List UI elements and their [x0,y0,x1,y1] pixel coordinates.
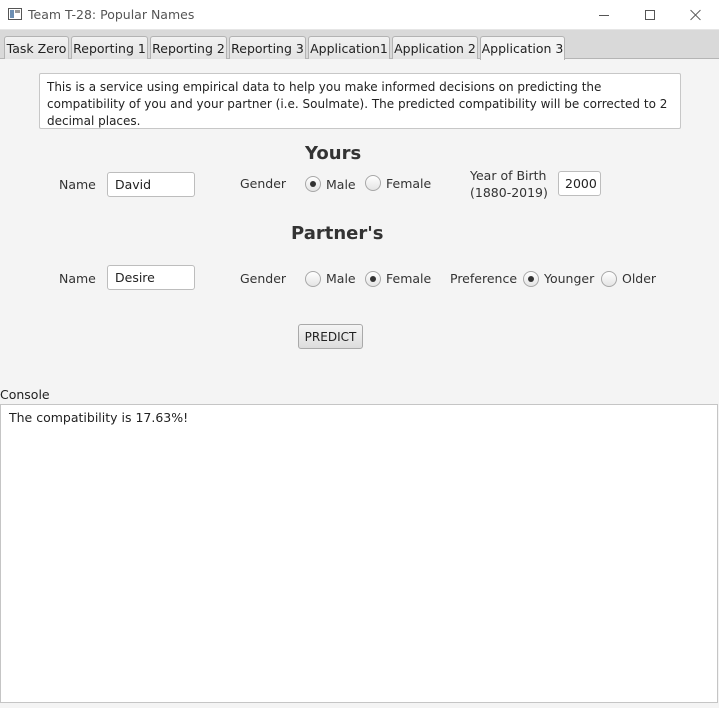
partner-gender-label: Gender [240,271,287,286]
partner-male-label[interactable]: Male [326,271,356,286]
predict-button[interactable]: PREDICT [298,324,363,349]
tab-application1[interactable]: Application1 [308,36,390,59]
preference-younger-label[interactable]: Younger [544,271,594,286]
partner-name-input[interactable]: Desire [107,265,195,290]
yob-range-label: (1880-2019) [470,185,548,200]
preference-older-radio[interactable] [601,271,617,287]
yours-gender-label: Gender [240,176,287,191]
window-title: Team T-28: Popular Names [28,7,195,22]
yours-heading: Yours [305,143,362,164]
tab-reporting-2[interactable]: Reporting 2 [150,36,227,59]
yours-male-label[interactable]: Male [326,177,356,192]
partner-male-radio[interactable] [305,271,321,287]
minimize-icon [599,14,609,16]
tab-task-zero[interactable]: Task Zero [4,36,69,59]
preference-older-label[interactable]: Older [622,271,656,286]
close-button[interactable] [673,0,719,30]
maximize-icon [645,10,655,20]
tab-reporting-1[interactable]: Reporting 1 [71,36,148,59]
tab-strip: Task Zero Reporting 1 Reporting 2 Report… [0,30,719,60]
title-bar: Team T-28: Popular Names [0,0,719,30]
console-output-text: The compatibility is 17.63%! [9,410,189,425]
yours-female-radio[interactable] [365,175,381,191]
app-icon [8,8,22,20]
yours-male-radio[interactable] [305,176,321,192]
yob-input[interactable]: 2000 [558,171,601,196]
yours-name-input[interactable]: David [107,172,195,197]
close-icon [690,9,702,21]
minimize-button[interactable] [581,0,627,30]
preference-label: Preference [450,271,518,286]
partner-name-label: Name [59,271,96,286]
maximize-button[interactable] [627,0,673,30]
tab-application-3[interactable]: Application 3 [480,36,565,60]
partner-heading: Partner's [291,223,384,244]
yob-label: Year of Birth [470,168,547,183]
yours-female-label[interactable]: Female [386,176,431,191]
tab-reporting-3[interactable]: Reporting 3 [229,36,306,59]
tab-application-2[interactable]: Application 2 [392,36,478,59]
partner-female-radio[interactable] [365,271,381,287]
partner-female-label[interactable]: Female [386,271,431,286]
console-label: Console [0,387,50,402]
console-output[interactable]: The compatibility is 17.63%! [0,404,718,703]
preference-younger-radio[interactable] [523,271,539,287]
description-text: This is a service using empirical data t… [39,73,681,129]
yours-name-label: Name [59,177,96,192]
